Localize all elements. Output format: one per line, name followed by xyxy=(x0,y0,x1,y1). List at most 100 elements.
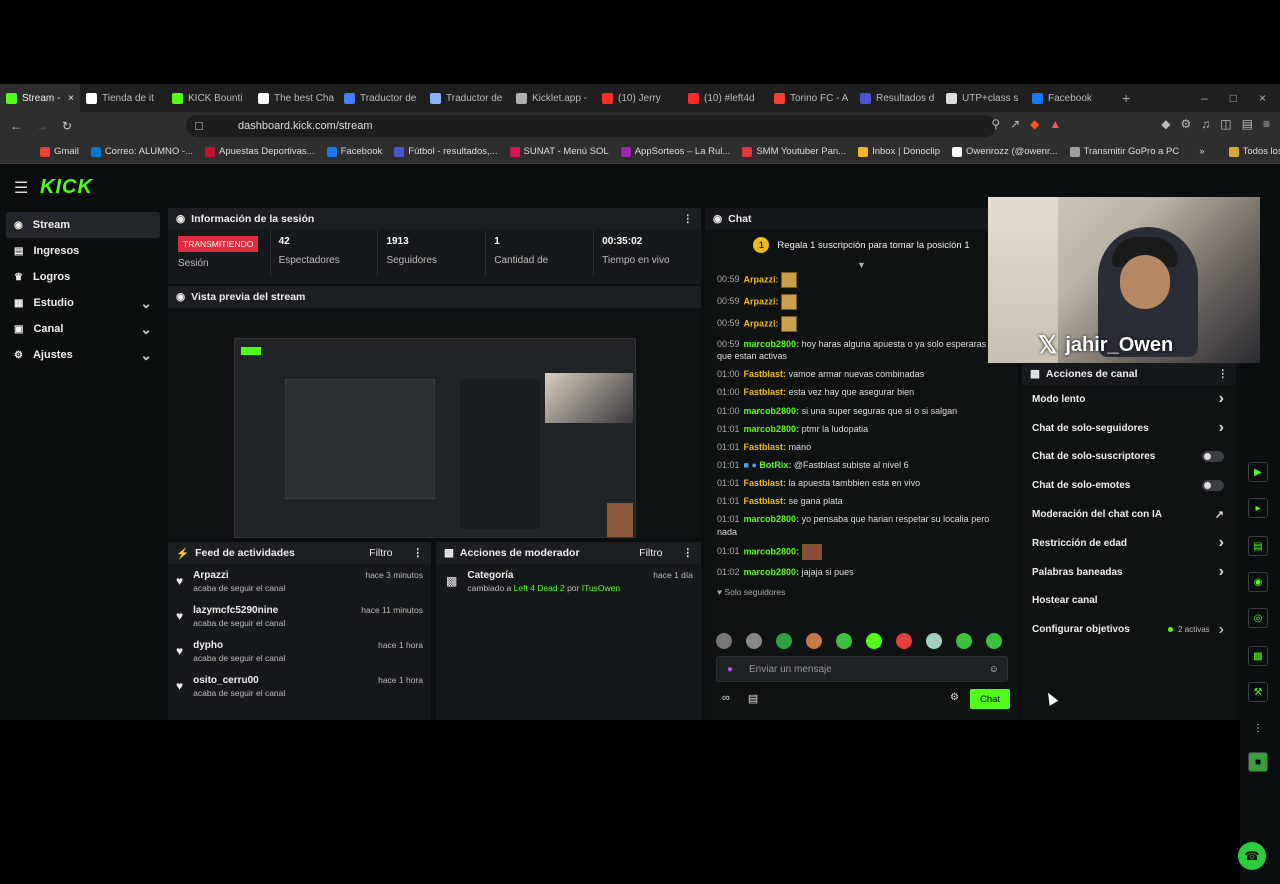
channel-action-row[interactable]: Modo lento › xyxy=(1022,385,1236,414)
bookmark-item[interactable]: Facebook xyxy=(326,146,382,157)
puzzle-icon[interactable]: ⚙ xyxy=(1181,117,1192,131)
bookmark-item[interactable]: AppSorteos – La Rul... xyxy=(620,146,730,157)
more-icon[interactable]: ⋮ xyxy=(1218,368,1229,380)
browser-tab[interactable]: Kicklet.app - xyxy=(510,84,596,112)
chat-username[interactable]: Fastblast: xyxy=(744,442,787,452)
browser-tab[interactable]: Tienda de it xyxy=(80,84,166,112)
chat-settings-icon[interactable]: ⚙ xyxy=(950,692,959,703)
sidebar-item-ingresos[interactable]: ▤ Ingresos xyxy=(6,238,160,264)
new-tab-icon[interactable]: + xyxy=(1112,90,1140,106)
rail-button-4[interactable]: ◉ xyxy=(1248,572,1268,592)
close-window-icon[interactable]: × xyxy=(1259,91,1266,105)
emote-8[interactable] xyxy=(926,633,942,649)
browser-tab[interactable]: (10) Jerry xyxy=(596,84,682,112)
all-bookmarks[interactable]: Todos los marcadores xyxy=(1228,146,1280,157)
chevron-right-icon[interactable]: › xyxy=(1219,563,1224,581)
emote-4[interactable] xyxy=(806,633,822,649)
sidebar-item-ajustes[interactable]: ⚙ Ajustes ⌄ xyxy=(6,342,160,368)
feed-filter-button[interactable]: Filtro xyxy=(369,547,392,559)
bookmark-icon[interactable]: ☐ xyxy=(194,120,204,133)
channel-action-row[interactable]: Hostear canal xyxy=(1022,587,1236,616)
mic-icon[interactable]: ● xyxy=(727,664,733,675)
chevron-down-icon[interactable]: ⌄ xyxy=(140,321,152,338)
store-icon[interactable]: ▤ xyxy=(748,692,758,705)
chevron-down-icon[interactable]: ⌄ xyxy=(140,347,152,364)
browser-tab[interactable]: Torino FC - A xyxy=(768,84,854,112)
support-icon[interactable]: ☎ xyxy=(1238,842,1266,870)
channel-action-row[interactable]: Chat de solo-suscriptores xyxy=(1022,443,1236,472)
feed-user[interactable]: dypho xyxy=(193,640,285,651)
reload-icon[interactable]: ↻ xyxy=(62,119,72,133)
sidebar-item-canal[interactable]: ▣ Canal ⌄ xyxy=(6,316,160,342)
chat-username[interactable]: marcob2800: xyxy=(744,406,800,416)
maximize-icon[interactable]: □ xyxy=(1230,91,1237,105)
chevron-right-icon[interactable]: › xyxy=(1219,621,1224,639)
chat-username[interactable]: Arpazzi: xyxy=(744,274,779,284)
browser-tab[interactable]: UTP+class s xyxy=(940,84,1026,112)
bookmark-item[interactable]: SUNAT - Menú SOL xyxy=(509,146,609,157)
bookmark-item[interactable]: Fútbol - resultados,... xyxy=(394,146,498,157)
channel-action-row[interactable]: Chat de solo-emotes xyxy=(1022,471,1236,500)
pinned-gift-banner[interactable]: 1 Regala 1 suscripción para tomar la pos… xyxy=(705,230,1018,260)
chevron-right-icon[interactable]: › xyxy=(1219,419,1224,437)
back-icon[interactable]: ← xyxy=(10,119,22,133)
bookmark-item[interactable]: Correo: ALUMNO -... xyxy=(90,146,193,157)
chat-username[interactable]: marcob2800: xyxy=(744,339,800,349)
browser-tab[interactable]: KICK Bounti xyxy=(166,84,252,112)
bookmark-item[interactable]: Gmail xyxy=(40,146,79,157)
menu-toggle-icon[interactable]: ☰ xyxy=(14,178,28,198)
sidebar-item-stream[interactable]: ◉ Stream xyxy=(6,212,160,238)
bookmark-item[interactable]: Inbox | Donoclip xyxy=(858,146,940,157)
bookmark-item[interactable]: Owenrozz (@owenr... xyxy=(952,146,1058,157)
chevron-right-icon[interactable]: › xyxy=(1219,534,1224,552)
chat-message-input[interactable]: ● Enviar un mensaje ☺ xyxy=(716,656,1008,682)
chat-username[interactable]: Fastblast: xyxy=(744,387,787,397)
rail-button-2[interactable]: ▸ xyxy=(1248,498,1268,518)
rail-button-6[interactable]: ▩ xyxy=(1248,646,1268,666)
rail-button-5[interactable]: ◎ xyxy=(1248,608,1268,628)
emote-1[interactable] xyxy=(716,633,732,649)
browser-tab[interactable]: Traductor de xyxy=(338,84,424,112)
bookmark-item[interactable]: Apuestas Deportivas... xyxy=(204,146,315,157)
toggle-switch[interactable] xyxy=(1202,480,1224,492)
emote-5[interactable] xyxy=(836,633,852,649)
emote-6[interactable] xyxy=(866,633,882,649)
menu-icon[interactable]: ≡ xyxy=(1263,117,1270,131)
bookmark-item[interactable]: Transmitir GoPro a PC xyxy=(1069,146,1179,157)
chat-username[interactable]: Fastblast: xyxy=(744,496,787,506)
emote-9[interactable] xyxy=(956,633,972,649)
emote-7[interactable] xyxy=(896,633,912,649)
sidebar-toggle-icon[interactable]: ◫ xyxy=(1220,117,1231,131)
bookmark-item[interactable]: SMM Youtuber Pan... xyxy=(742,146,846,157)
zoom-icon[interactable]: ⚲ xyxy=(991,117,1000,131)
wrench-icon[interactable]: ⚒ xyxy=(1248,682,1268,702)
more-bookmarks-icon[interactable]: » xyxy=(1199,146,1204,157)
channel-action-row[interactable]: Configurar objetivos 2 activas › xyxy=(1022,615,1236,644)
toggle-switch[interactable] xyxy=(1202,451,1224,463)
chat-username[interactable]: Fastblast: xyxy=(744,478,787,488)
rail-button-3[interactable]: ▤ xyxy=(1248,536,1268,556)
feed-user[interactable]: osito_cerru00 xyxy=(193,675,285,686)
brave-shield-icon[interactable]: ◆ xyxy=(1030,117,1039,131)
chevron-right-icon[interactable]: › xyxy=(1219,390,1224,408)
more-icon[interactable]: ⋮ xyxy=(683,213,694,225)
channel-action-row[interactable]: Restricción de edad › xyxy=(1022,529,1236,558)
chat-username[interactable]: marcob2800: xyxy=(744,514,800,524)
browser-tab[interactable]: Stream - × xyxy=(0,84,80,112)
external-link-icon[interactable]: ↗ xyxy=(1215,508,1224,521)
emote-3[interactable] xyxy=(776,633,792,649)
browser-tab[interactable]: (10) #left4d xyxy=(682,84,768,112)
emote-2[interactable] xyxy=(746,633,762,649)
extension-icon[interactable]: ◆ xyxy=(1161,117,1170,131)
browser-tab[interactable]: The best Cha xyxy=(252,84,338,112)
wallet-icon[interactable]: ▤ xyxy=(1242,117,1253,131)
chat-username[interactable]: marcob2800: xyxy=(744,567,800,577)
forward-icon[interactable]: → xyxy=(36,119,48,133)
rail-button-8[interactable]: ■ xyxy=(1248,752,1268,772)
mod-action-game[interactable]: Left 4 Dead 2 xyxy=(514,583,565,593)
stream-preview-video[interactable] xyxy=(234,338,636,538)
sidebar-item-estudio[interactable]: ▦ Estudio ⌄ xyxy=(6,290,160,316)
sidebar-item-logros[interactable]: ♛ Logros xyxy=(6,264,160,290)
chat-username[interactable]: marcob2800: xyxy=(744,546,800,556)
dots-icon[interactable]: ⋮ xyxy=(1248,718,1268,738)
